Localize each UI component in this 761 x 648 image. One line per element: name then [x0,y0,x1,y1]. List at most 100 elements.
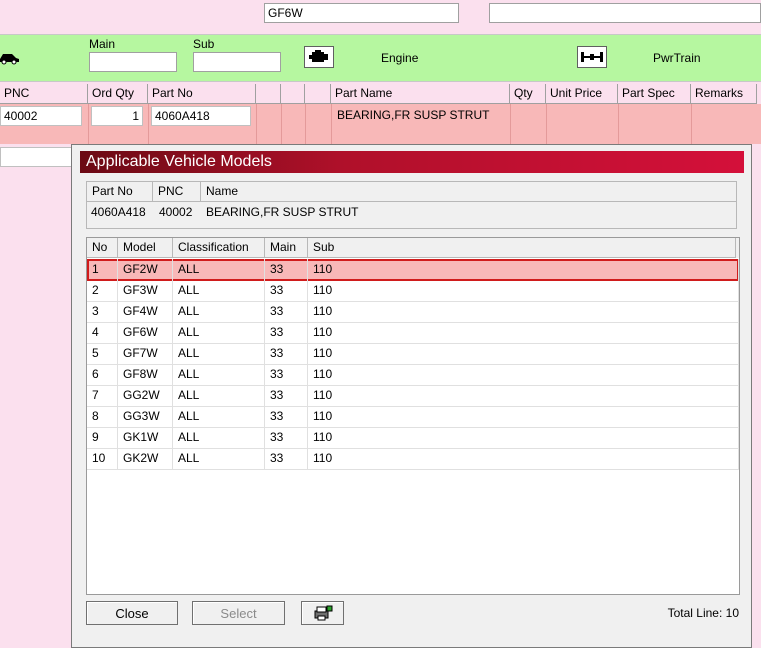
select-button[interactable]: Select [192,601,285,625]
table-row[interactable]: 10 GK2W ALL 33 110 [87,448,739,470]
row-classification: ALL [173,364,265,385]
pwrtrain-button[interactable] [577,46,607,68]
row-sub: 110 [308,385,739,406]
row-main: 33 [265,280,308,301]
row-classification: ALL [173,343,265,364]
row-classification: ALL [173,322,265,343]
row-sub: 110 [308,364,739,385]
row-main: 33 [265,301,308,322]
engine-icon [309,50,328,62]
sub-group-input[interactable] [193,52,281,72]
models-grid: No Model Classification Main Sub 1 GF2W AL… [86,237,740,595]
row-sub: 110 [308,427,739,448]
row-no: 9 [87,427,118,448]
row-main: 33 [265,343,308,364]
pnc-cell-input[interactable]: 40002 [0,106,82,126]
col-part-no[interactable]: Part No [148,84,256,104]
col-blank-2[interactable] [281,84,305,104]
row-divider [618,104,619,144]
grid-col-main[interactable]: Main [265,238,308,258]
col-blank-1[interactable] [256,84,281,104]
model-input[interactable]: GF6W [264,3,459,23]
pwrtrain-label: PwrTrain [653,51,701,65]
row-no: 6 [87,364,118,385]
row-main: 33 [265,427,308,448]
row-no: 7 [87,385,118,406]
row-main: 33 [265,448,308,469]
col-ord-qty[interactable]: Ord Qty [88,84,148,104]
search-input[interactable] [489,3,761,23]
row-model: GG3W [118,406,173,427]
part-no-cell-input[interactable]: 4060A418 [151,106,251,126]
engine-button[interactable] [304,46,334,68]
row-main: 33 [265,364,308,385]
grid-col-model[interactable]: Model [118,238,173,258]
grid-col-sub[interactable]: Sub [308,238,736,258]
row-divider [305,104,306,144]
grid-col-classification[interactable]: Classification [173,238,265,258]
table-row[interactable]: 6 GF8W ALL 33 110 [87,364,739,386]
grid-header-end [736,238,739,258]
row-no: 5 [87,343,118,364]
row-no: 4 [87,322,118,343]
row-no: 10 [87,448,118,469]
total-line: Total Line: 10 [667,606,739,620]
row-classification: ALL [173,385,265,406]
col-qty[interactable]: Qty [510,84,546,104]
part-info-panel: Part No PNC Name 4060A418 40002 BEARING,… [86,181,737,229]
row-no: 1 [87,259,118,280]
row-sub: 110 [308,259,739,280]
row-no: 8 [87,406,118,427]
col-part-name[interactable]: Part Name [331,84,510,104]
row-divider [148,104,149,144]
col-unit-price[interactable]: Unit Price [546,84,618,104]
body-group-button[interactable] [0,46,22,68]
row-model: GG2W [118,385,173,406]
table-row[interactable]: 8 GG3W ALL 33 110 [87,406,739,428]
main-group-input[interactable] [89,52,177,72]
row-classification: ALL [173,259,265,280]
part-name-cell: BEARING,FR SUSP STRUT [337,108,490,122]
row-main: 33 [265,322,308,343]
close-button[interactable]: Close [86,601,178,625]
col-remarks[interactable]: Remarks [691,84,757,104]
row-divider [691,104,692,144]
printer-icon [314,605,332,621]
pnc-next-row-input[interactable] [0,147,72,167]
grid-col-no[interactable]: No [87,238,118,258]
table-row[interactable]: 1 GF2W ALL 33 110 [87,259,739,281]
row-no: 3 [87,301,118,322]
print-button[interactable] [301,601,344,625]
row-sub: 110 [308,322,739,343]
row-model: GF8W [118,364,173,385]
table-row[interactable]: 4 GF6W ALL 33 110 [87,322,739,344]
row-sub: 110 [308,301,739,322]
info-col-name: Name [201,182,736,202]
table-row[interactable]: 9 GK1W ALL 33 110 [87,427,739,449]
row-main: 33 [265,385,308,406]
col-pnc[interactable]: PNC [0,84,88,104]
main-label: Main [89,37,116,51]
row-model: GF4W [118,301,173,322]
drivetrain-icon [581,52,603,62]
applicable-models-dialog: Applicable Vehicle Models Part No PNC Na… [71,144,752,648]
row-divider [331,104,332,144]
table-row[interactable]: 2 GF3W ALL 33 110 [87,280,739,302]
row-sub: 110 [308,343,739,364]
engine-label: Engine [381,51,419,65]
table-row[interactable]: 7 GG2W ALL 33 110 [87,385,739,407]
col-part-spec[interactable]: Part Spec [618,84,691,104]
info-pnc: 40002 [159,205,193,219]
col-blank-3[interactable] [305,84,331,104]
row-classification: ALL [173,280,265,301]
row-model: GK2W [118,448,173,469]
table-row[interactable]: 5 GF7W ALL 33 110 [87,343,739,365]
row-classification: ALL [173,448,265,469]
grid-body: 1 GF2W ALL 33 110 2 GF3W ALL 33 110 3 GF4W ALL 33 110 4… [87,259,739,489]
row-model: GF3W [118,280,173,301]
sub-label: Sub [193,37,215,51]
row-no: 2 [87,280,118,301]
ord-qty-cell-input[interactable]: 1 [91,106,143,126]
row-model: GF6W [118,322,173,343]
table-row[interactable]: 3 GF4W ALL 33 110 [87,301,739,323]
